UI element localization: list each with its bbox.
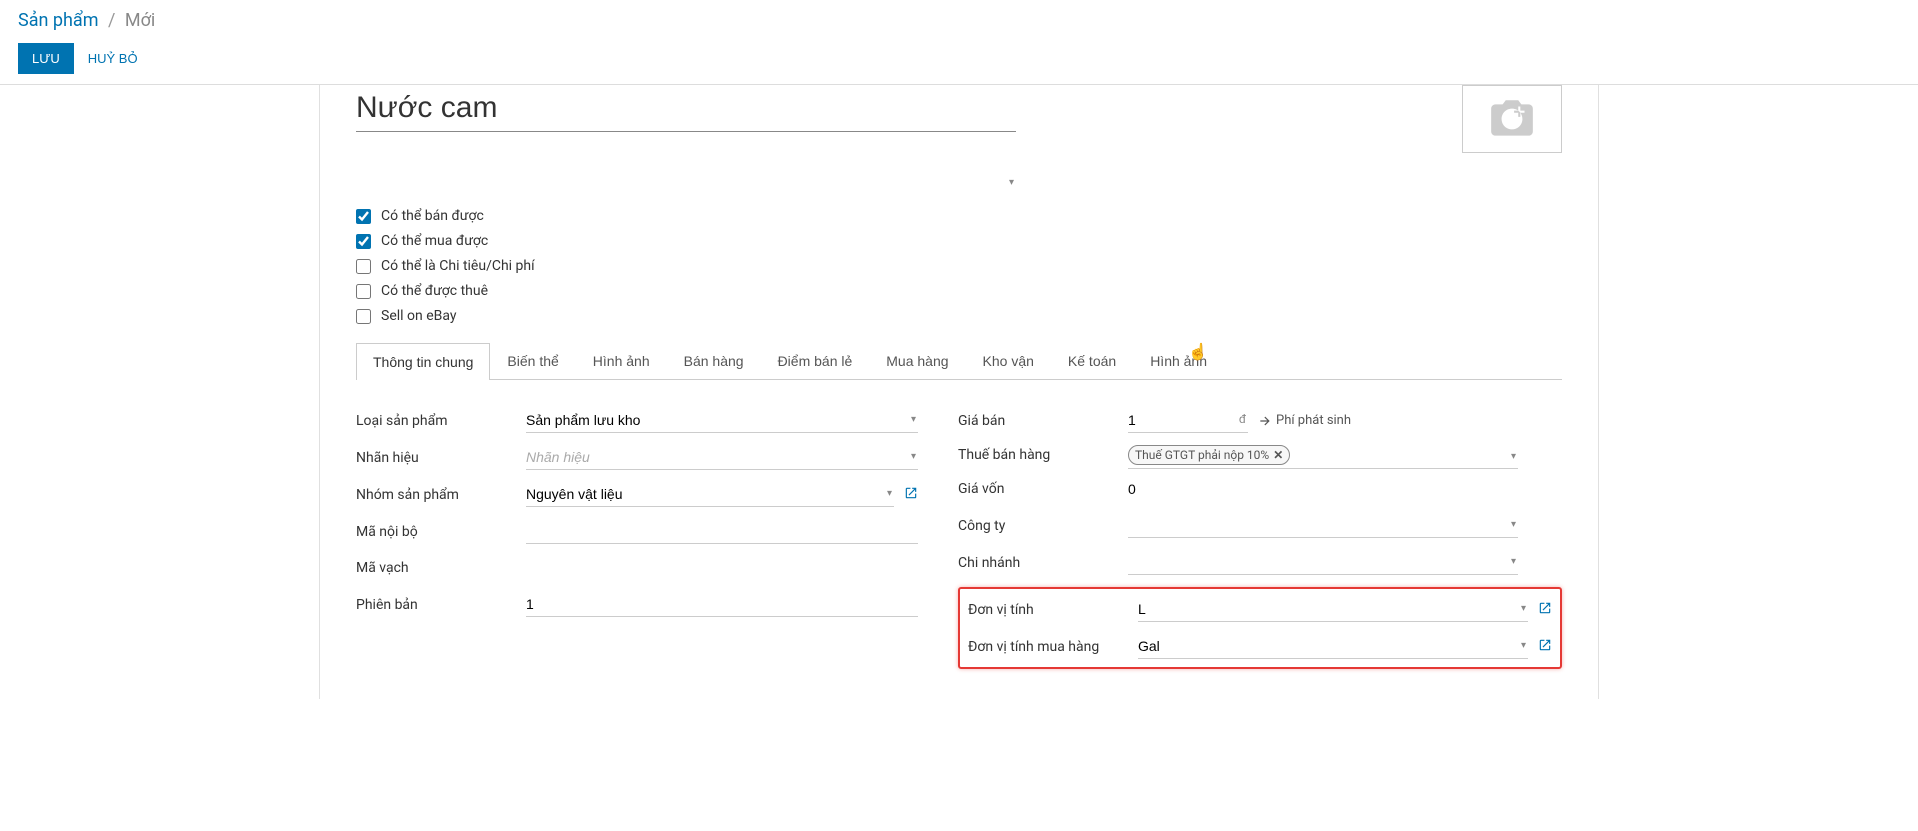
image-upload[interactable] [1462, 85, 1562, 153]
form-sheet: Có thể bán được Có thể mua được Có thể l… [319, 85, 1599, 699]
branch-select[interactable] [1128, 550, 1518, 575]
breadcrumb-current: Mới [125, 10, 155, 31]
save-button[interactable]: LƯU [18, 43, 74, 74]
product-type-label: Loại sản phẩm [356, 413, 526, 429]
camera-plus-icon [1482, 94, 1542, 144]
tax-select[interactable] [1128, 444, 1518, 469]
product-type-select[interactable] [526, 408, 918, 433]
brand-select[interactable] [526, 445, 918, 470]
breadcrumb: Sản phẩm / Mới [18, 10, 1900, 31]
uom-highlight: Đơn vị tính ▾ Đơn vị tính mua hàng ▾ [958, 587, 1562, 669]
company-select[interactable] [1128, 513, 1518, 538]
tab-bar: Thông tin chung Biến thể Hình ảnh Bán hà… [356, 342, 1562, 380]
tab-purchase[interactable]: Mua hàng [869, 342, 965, 379]
internal-ref-input[interactable] [526, 519, 918, 544]
checkbox-group: Có thể bán được Có thể mua được Có thể l… [356, 208, 1562, 324]
secondary-dropdown[interactable] [356, 173, 1016, 186]
version-label: Phiên bản [356, 597, 526, 613]
tab-accounting[interactable]: Kế toán [1051, 342, 1133, 379]
barcode-input[interactable] [526, 556, 918, 580]
internal-ref-label: Mã nội bộ [356, 524, 526, 540]
left-column: Loại sản phẩm ▾ Nhãn hiệu ▾ Nhóm sản phẩ… [356, 408, 918, 669]
external-link-icon[interactable] [1538, 601, 1552, 619]
cost-input[interactable] [1128, 477, 1518, 501]
can-buy-label[interactable]: Có thể mua được [381, 233, 488, 249]
cost-label: Giá vốn [958, 481, 1128, 497]
sell-ebay-label[interactable]: Sell on eBay [381, 308, 457, 324]
external-link-icon[interactable] [1538, 638, 1552, 656]
price-input[interactable] [1128, 408, 1248, 433]
breadcrumb-root[interactable]: Sản phẩm [18, 10, 98, 31]
tax-label: Thuế bán hàng [958, 447, 1128, 463]
tab-images[interactable]: Hình ảnh [576, 342, 667, 379]
tab-inventory[interactable]: Kho vận [966, 342, 1051, 379]
right-column: Giá bán đ Phí phát sinh Thuế bán hàng Th… [958, 408, 1562, 669]
price-label: Giá bán [958, 413, 1128, 429]
branch-label: Chi nhánh [958, 555, 1128, 571]
uom-po-select[interactable] [1138, 634, 1528, 659]
product-name-input[interactable] [356, 85, 1016, 132]
tab-variants[interactable]: Biến thể [490, 342, 575, 379]
tab-pos[interactable]: Điểm bán lẻ [761, 342, 870, 379]
is-expense-label[interactable]: Có thể là Chi tiêu/Chi phí [381, 258, 535, 274]
uom-po-label: Đơn vị tính mua hàng [968, 639, 1138, 655]
can-rent-label[interactable]: Có thể được thuê [381, 283, 488, 299]
uom-select[interactable] [1138, 597, 1528, 622]
version-input[interactable] [526, 592, 918, 617]
can-buy-checkbox[interactable] [356, 234, 371, 249]
sell-ebay-checkbox[interactable] [356, 309, 371, 324]
is-expense-checkbox[interactable] [356, 259, 371, 274]
header: Sản phẩm / Mới LƯU HUỶ BỎ [0, 0, 1918, 85]
tab-sales[interactable]: Bán hàng [667, 342, 761, 379]
category-select[interactable] [526, 482, 894, 507]
can-rent-checkbox[interactable] [356, 284, 371, 299]
extra-fee-link[interactable]: Phí phát sinh [1258, 413, 1351, 428]
tab-images2[interactable]: Hình ảnh [1133, 342, 1224, 379]
barcode-label: Mã vạch [356, 560, 526, 576]
tab-general[interactable]: Thông tin chung [356, 343, 490, 380]
can-sell-checkbox[interactable] [356, 209, 371, 224]
breadcrumb-sep: / [108, 10, 115, 31]
brand-label: Nhãn hiệu [356, 450, 526, 466]
can-sell-label[interactable]: Có thể bán được [381, 208, 484, 224]
action-bar: LƯU HUỶ BỎ [18, 43, 1900, 84]
discard-button[interactable]: HUỶ BỎ [84, 43, 142, 74]
category-label: Nhóm sản phẩm [356, 487, 526, 503]
external-link-icon[interactable] [904, 486, 918, 504]
uom-label: Đơn vị tính [968, 602, 1138, 618]
company-label: Công ty [958, 518, 1128, 534]
currency-symbol: đ [1239, 412, 1246, 426]
